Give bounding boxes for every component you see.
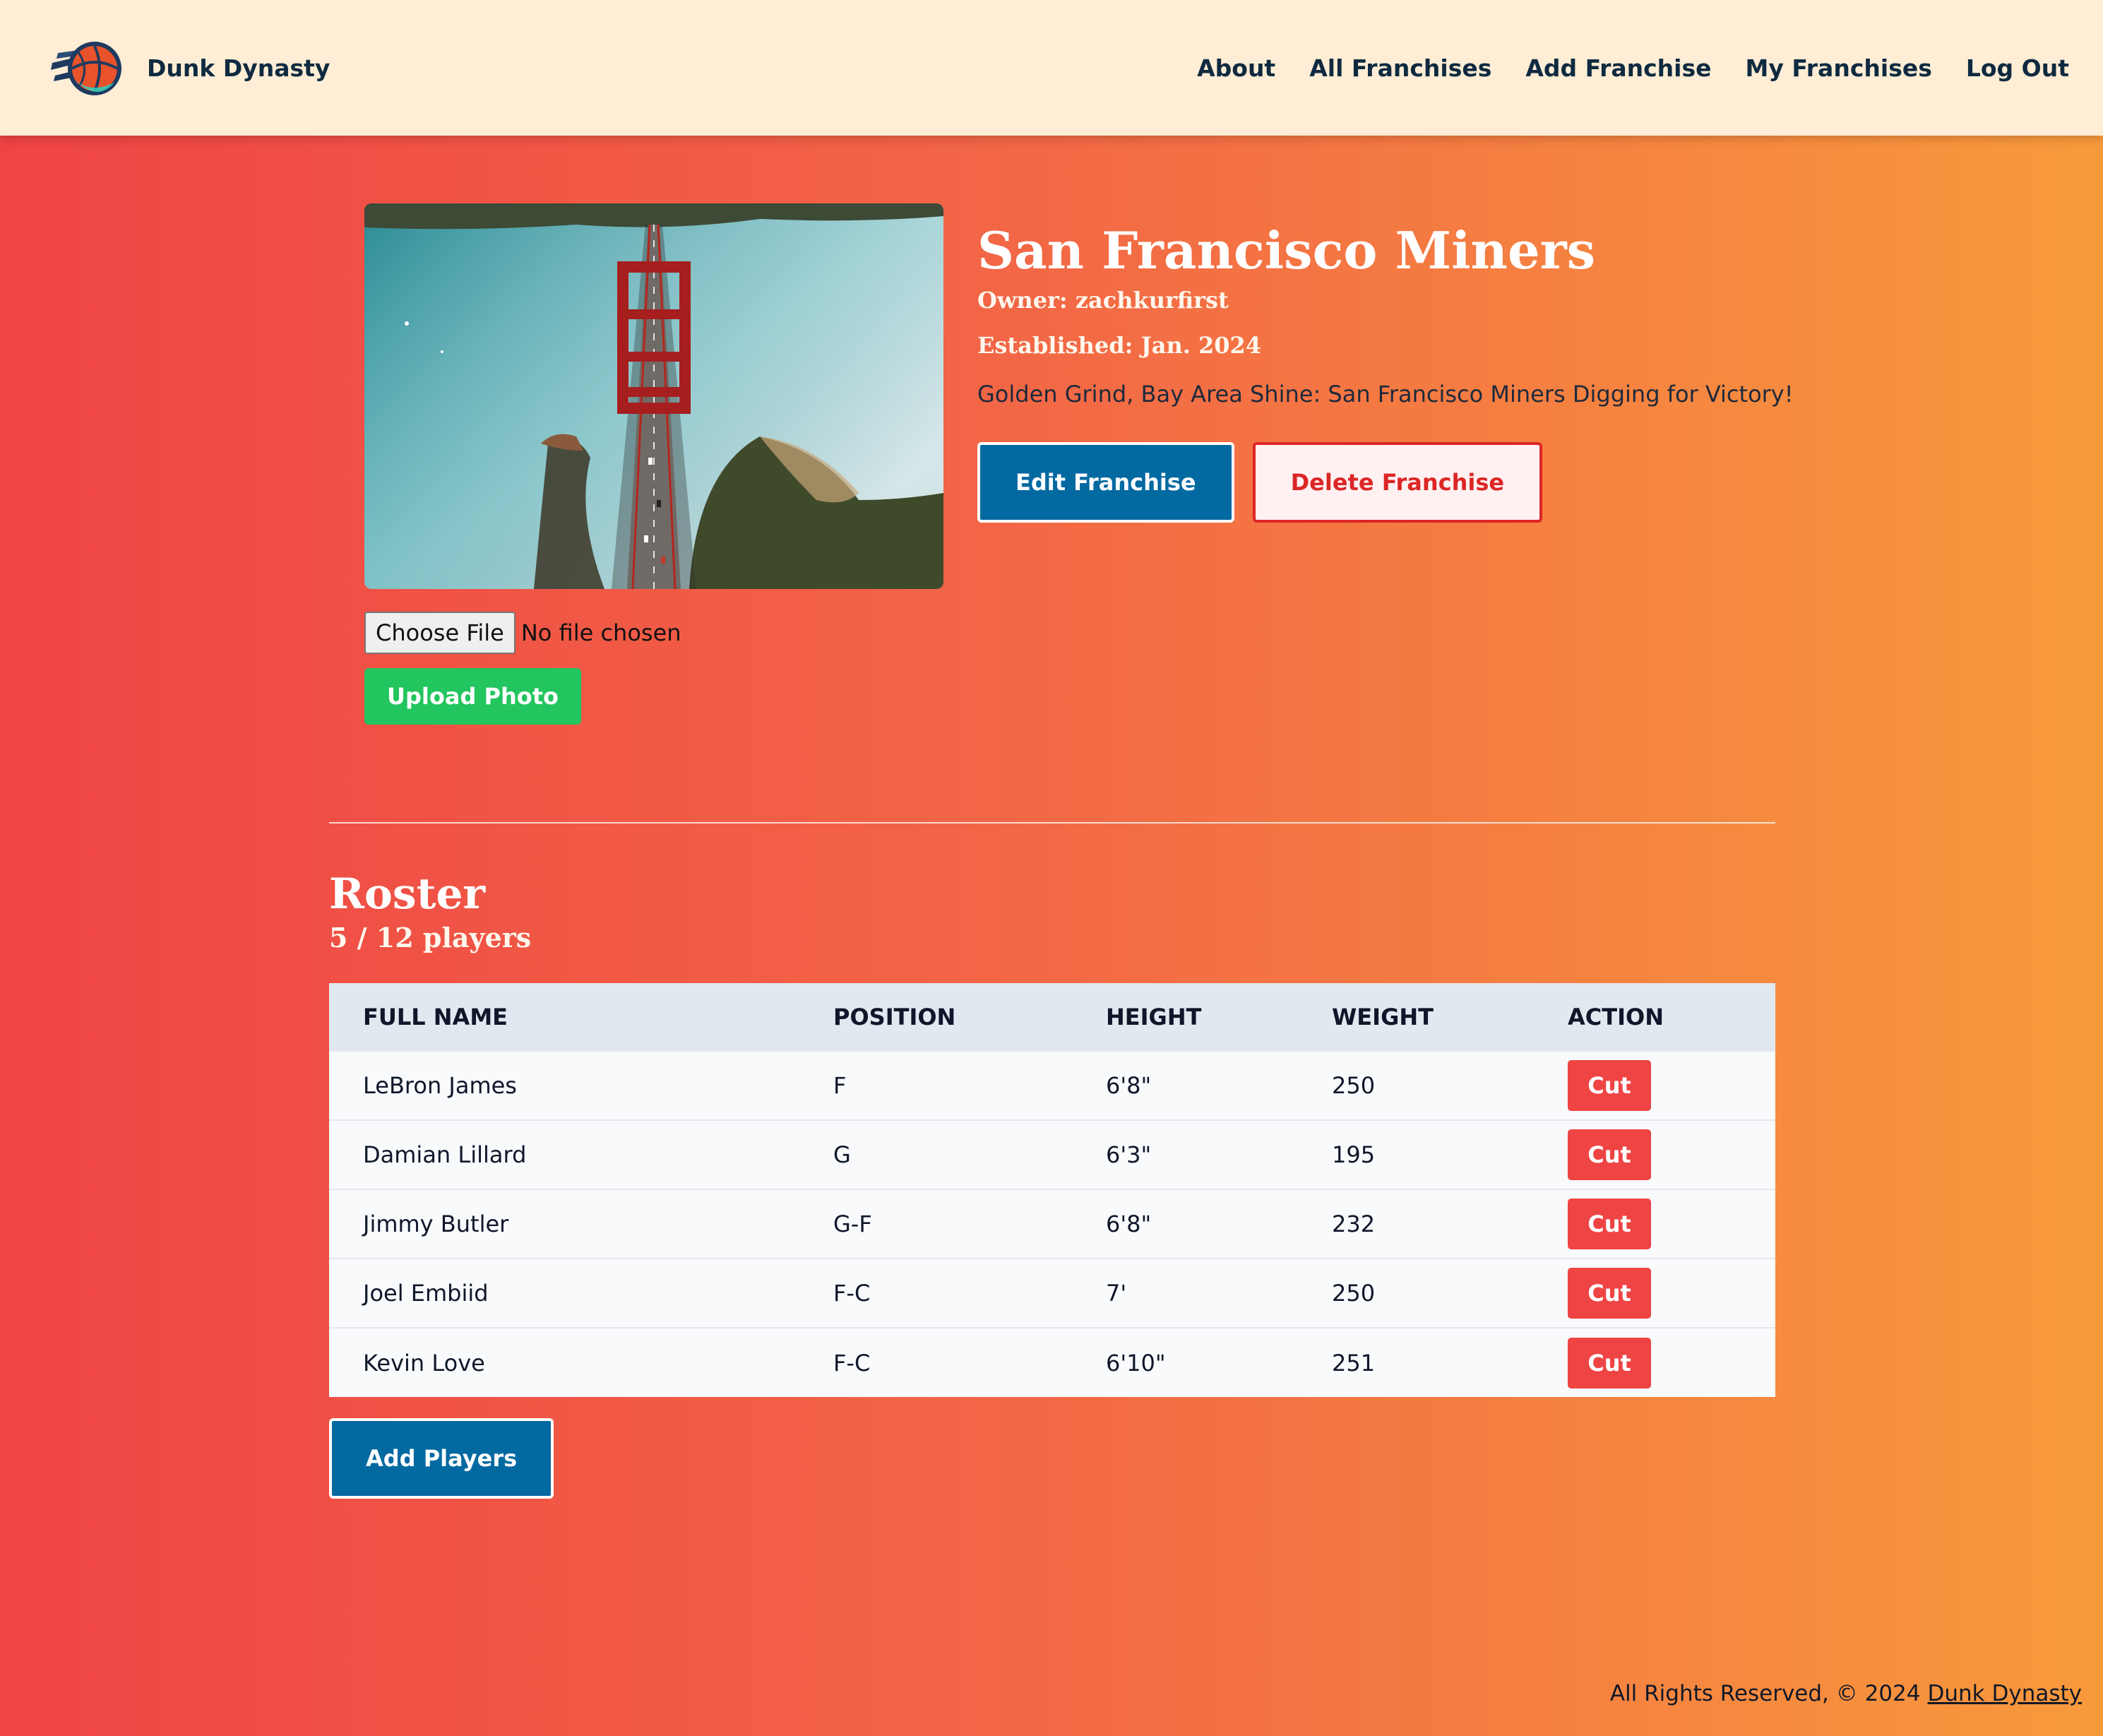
footer-brand-link[interactable]: Dunk Dynasty	[1928, 1681, 2082, 1706]
player-name: Kevin Love	[329, 1327, 799, 1397]
roster-table: FULL NAME POSITION HEIGHT WEIGHT ACTION …	[329, 983, 1775, 1397]
nav-about[interactable]: About	[1197, 54, 1275, 82]
cut-player-button[interactable]: Cut	[1568, 1199, 1651, 1249]
player-action-cell: Cut	[1534, 1050, 1775, 1120]
file-input: Choose File No file chosen	[364, 612, 681, 654]
player-position: G-F	[799, 1189, 1072, 1259]
player-height: 6'8"	[1072, 1050, 1298, 1120]
roster-title: Roster	[329, 869, 486, 919]
player-height: 6'10"	[1072, 1327, 1298, 1397]
player-weight: 251	[1298, 1327, 1534, 1397]
column-header-position: POSITION	[799, 983, 1072, 1051]
table-row: Kevin Love F-C 6'10" 251 Cut	[329, 1327, 1775, 1397]
cut-player-button[interactable]: Cut	[1568, 1060, 1651, 1111]
player-position: F-C	[799, 1258, 1072, 1328]
player-height: 6'8"	[1072, 1189, 1298, 1259]
cut-player-button[interactable]: Cut	[1568, 1268, 1651, 1319]
table-row: Joel Embiid F-C 7' 250 Cut	[329, 1258, 1775, 1328]
player-weight: 250	[1298, 1050, 1534, 1120]
player-name: Damian Lillard	[329, 1119, 799, 1189]
footer: All Rights Reserved, © 2024 Dunk Dynasty	[1610, 1681, 2082, 1706]
section-divider	[329, 822, 1775, 824]
brand[interactable]: Dunk Dynasty	[48, 29, 330, 107]
player-height: 6'3"	[1072, 1119, 1298, 1189]
player-weight: 232	[1298, 1189, 1534, 1259]
top-navbar: Dunk Dynasty About All Franchises Add Fr…	[0, 0, 2103, 136]
cut-player-button[interactable]: Cut	[1568, 1129, 1651, 1180]
player-name: LeBron James	[329, 1050, 799, 1120]
edit-franchise-button[interactable]: Edit Franchise	[977, 442, 1234, 523]
player-height: 7'	[1072, 1258, 1298, 1328]
nav-log-out[interactable]: Log Out	[1966, 54, 2069, 82]
player-position: G	[799, 1119, 1072, 1189]
nav-all-franchises[interactable]: All Franchises	[1309, 54, 1491, 82]
footer-copyright: All Rights Reserved, © 2024	[1609, 1681, 1921, 1706]
player-action-cell: Cut	[1534, 1189, 1775, 1259]
table-row: LeBron James F 6'8" 250 Cut	[329, 1050, 1775, 1120]
table-row: Jimmy Butler G-F 6'8" 232 Cut	[329, 1189, 1775, 1259]
column-header-full-name: FULL NAME	[329, 983, 799, 1051]
roster-header: Roster 5 / 12 players	[329, 867, 531, 955]
franchise-details: San Francisco Miners Owner: zachkurfirst…	[977, 219, 1895, 523]
nav-add-franchise[interactable]: Add Franchise	[1525, 54, 1711, 82]
player-weight: 250	[1298, 1258, 1534, 1328]
column-header-weight: WEIGHT	[1298, 983, 1534, 1051]
nav-links: About All Franchises Add Franchise My Fr…	[1197, 54, 2069, 82]
player-position: F	[799, 1050, 1072, 1120]
player-action-cell: Cut	[1534, 1258, 1775, 1328]
file-status: No file chosen	[520, 619, 681, 646]
franchise-slogan: Golden Grind, Bay Area Shine: San Franci…	[977, 381, 1794, 408]
choose-file-button[interactable]: Choose File	[364, 612, 516, 654]
player-position: F-C	[799, 1327, 1072, 1397]
basketball-logo-icon	[51, 42, 121, 95]
player-action-cell: Cut	[1534, 1327, 1775, 1397]
franchise-name: San Francisco Miners	[977, 220, 1596, 280]
player-weight: 195	[1298, 1119, 1534, 1189]
franchise-actions: Edit Franchise Delete Franchise	[977, 442, 1895, 523]
player-action-cell: Cut	[1534, 1119, 1775, 1189]
nav-my-franchises[interactable]: My Franchises	[1746, 54, 1932, 82]
column-header-height: HEIGHT	[1072, 983, 1298, 1051]
table-row: Damian Lillard G 6'3" 195 Cut	[329, 1119, 1775, 1189]
photo-upload-form: Choose File No file chosen Upload Photo	[364, 612, 681, 725]
delete-franchise-button[interactable]: Delete Franchise	[1252, 442, 1543, 523]
brand-name: Dunk Dynasty	[147, 54, 330, 82]
franchise-established: Established: Jan. 2024	[977, 332, 1262, 359]
cut-player-button[interactable]: Cut	[1568, 1337, 1651, 1389]
roster-count: 5 / 12 players	[329, 922, 532, 953]
player-name: Jimmy Butler	[329, 1189, 799, 1259]
golden-gate-bridge-aerial-photo	[364, 203, 943, 589]
roster-header-row: FULL NAME POSITION HEIGHT WEIGHT ACTION	[329, 983, 1775, 1051]
upload-photo-button[interactable]: Upload Photo	[364, 668, 581, 725]
franchise-photo	[364, 203, 943, 589]
add-players-button[interactable]: Add Players	[329, 1418, 554, 1499]
franchise-owner: Owner: zachkurfirst	[977, 287, 1229, 314]
column-header-action: ACTION	[1534, 983, 1775, 1051]
player-name: Joel Embiid	[329, 1258, 799, 1328]
